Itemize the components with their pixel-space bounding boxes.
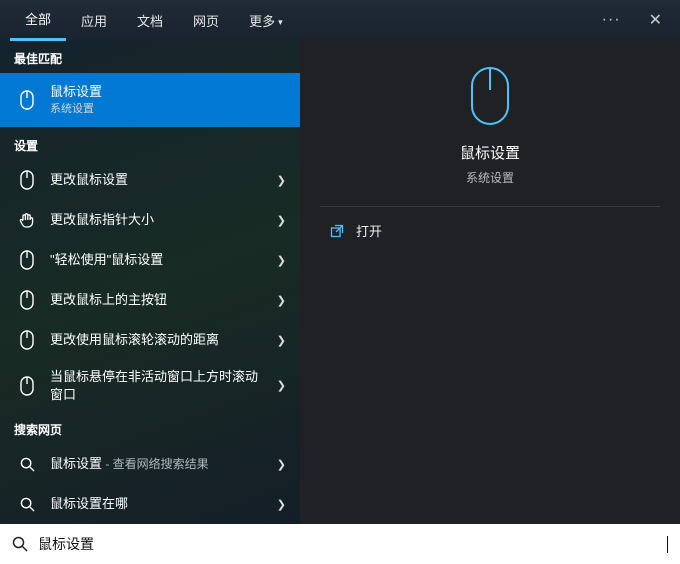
section-header: 搜索网页 <box>0 411 300 444</box>
result-text: 更改鼠标上的主按钮 <box>50 291 271 309</box>
preview-pane: 鼠标设置 系统设置 打开 <box>300 40 680 524</box>
result-text: 鼠标设置在哪 <box>50 495 271 513</box>
result-text: 鼠标设置系统设置 <box>50 83 286 116</box>
result-item[interactable]: 更改鼠标设置 ❯ <box>0 160 300 200</box>
chevron-right-icon: ❯ <box>277 379 286 392</box>
tab-1[interactable]: 应用 <box>66 1 122 40</box>
result-text: 鼠标设置 - 查看网络搜索结果 <box>50 455 271 473</box>
chevron-right-icon: ❯ <box>277 294 286 307</box>
action-open[interactable]: 打开 <box>300 207 680 254</box>
result-text: "轻松使用"鼠标设置 <box>50 251 271 269</box>
search-bar[interactable] <box>0 524 680 564</box>
result-item[interactable]: 鼠标设置在哪 ❯ <box>0 484 300 524</box>
more-options-button[interactable]: ··· <box>602 11 621 29</box>
tab-3[interactable]: 网页 <box>178 1 234 40</box>
result-item[interactable]: 更改鼠标指针大小 ❯ <box>0 200 300 240</box>
mouse-icon <box>14 330 40 350</box>
chevron-right-icon: ❯ <box>277 458 286 471</box>
top-tabbar: 全部应用文档网页更多 ··· ✕ <box>0 0 680 40</box>
mouse-icon <box>14 376 40 396</box>
result-text: 更改鼠标设置 <box>50 171 271 189</box>
hand-icon <box>14 211 40 229</box>
result-text: 更改使用鼠标滚轮滚动的距离 <box>50 331 271 349</box>
mouse-icon <box>14 250 40 270</box>
chevron-right-icon: ❯ <box>277 498 286 511</box>
mouse-icon <box>14 290 40 310</box>
search-icon <box>14 457 40 472</box>
preview-title: 鼠标设置 <box>460 142 520 163</box>
results-pane: 最佳匹配鼠标设置系统设置设置更改鼠标设置❯更改鼠标指针大小❯"轻松使用"鼠标设置… <box>0 40 300 524</box>
tab-2[interactable]: 文档 <box>122 1 178 40</box>
chevron-right-icon: ❯ <box>277 334 286 347</box>
tab-4[interactable]: 更多 <box>234 1 298 40</box>
tab-0[interactable]: 全部 <box>10 0 66 41</box>
open-icon <box>330 224 344 238</box>
preview-subtitle: 系统设置 <box>466 169 514 186</box>
result-item[interactable]: "轻松使用"鼠标设置 ❯ <box>0 240 300 280</box>
search-input[interactable] <box>38 536 667 552</box>
result-item[interactable]: 鼠标设置系统设置 <box>0 73 300 127</box>
result-item[interactable]: 鼠标设置 - 查看网络搜索结果 ❯ <box>0 444 300 484</box>
close-button[interactable]: ✕ <box>641 6 670 34</box>
chevron-right-icon: ❯ <box>277 174 286 187</box>
result-item[interactable]: 更改鼠标上的主按钮 ❯ <box>0 280 300 320</box>
search-icon <box>14 497 40 512</box>
section-header: 最佳匹配 <box>0 40 300 73</box>
result-text: 当鼠标悬停在非活动窗口上方时滚动窗口 <box>50 368 271 403</box>
mouse-icon <box>466 64 514 128</box>
section-header: 设置 <box>0 127 300 160</box>
action-label: 打开 <box>356 221 382 240</box>
mouse-icon <box>14 170 40 190</box>
chevron-right-icon: ❯ <box>277 254 286 267</box>
mouse-icon <box>14 90 40 110</box>
result-text: 更改鼠标指针大小 <box>50 211 271 229</box>
result-item[interactable]: 更改使用鼠标滚轮滚动的距离 ❯ <box>0 320 300 360</box>
chevron-right-icon: ❯ <box>277 214 286 227</box>
search-icon <box>12 536 28 552</box>
result-item[interactable]: 当鼠标悬停在非活动窗口上方时滚动窗口 ❯ <box>0 360 300 411</box>
text-caret <box>667 536 668 553</box>
